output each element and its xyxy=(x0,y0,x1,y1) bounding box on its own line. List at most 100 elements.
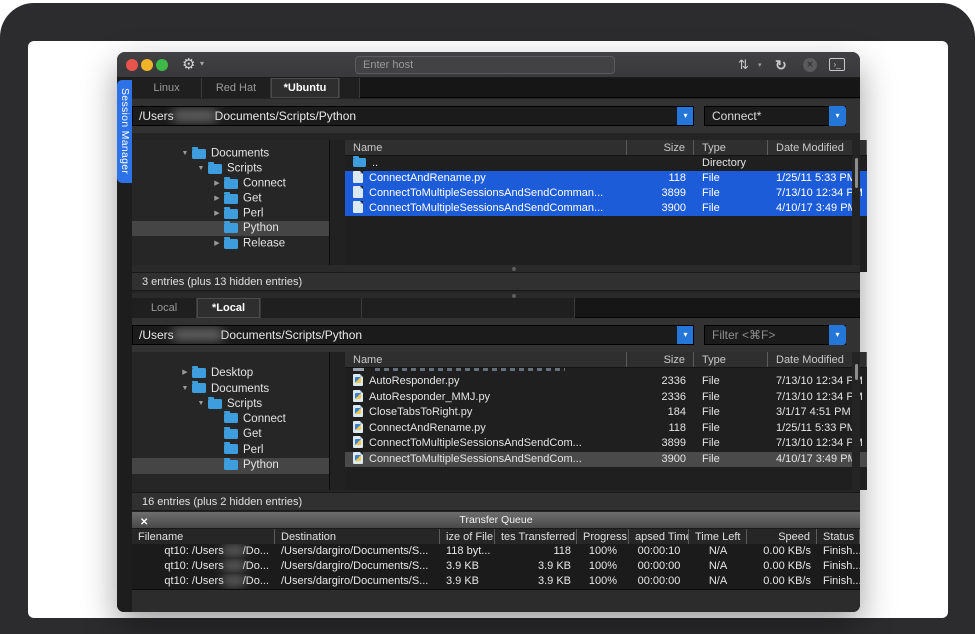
gear-icon[interactable]: ⚙ xyxy=(182,55,195,73)
file-row-selected[interactable]: ConnectToMultipleSessionsAndSendComman..… xyxy=(345,186,867,201)
terminal-icon[interactable]: ›_ xyxy=(829,58,845,71)
connect-combo[interactable]: Connect* ▾ xyxy=(704,106,846,126)
file-row-selected[interactable]: ConnectToMultipleSessionsAndSendComman..… xyxy=(345,201,867,216)
close-window-button[interactable] xyxy=(126,59,138,71)
file-icon xyxy=(353,171,363,183)
zoom-window-button[interactable] xyxy=(156,59,168,71)
tree-collapsed-icon[interactable]: ▶ xyxy=(210,191,224,206)
file-type: File xyxy=(694,405,768,421)
file-type: File xyxy=(694,374,768,390)
column-header-elapsed-time[interactable]: apsed Time xyxy=(629,529,689,544)
tab-linux[interactable]: Linux xyxy=(132,78,202,98)
file-row[interactable]: CloseTabsToRight.py 184 File 3/1/17 4:51… xyxy=(345,405,867,421)
connect-combo-dropdown-button[interactable]: ▾ xyxy=(829,106,846,126)
tree-item-documents[interactable]: ▼Documents xyxy=(132,381,329,397)
file-row-selected[interactable]: ConnectToMultipleSessionsAndSendCom... 3… xyxy=(345,452,867,468)
queue-elapsed: 00:00:00 xyxy=(629,559,689,574)
tree-item-label: Scripts xyxy=(227,398,262,410)
tree-expanded-icon[interactable]: ▼ xyxy=(178,381,192,397)
local-path-dropdown-button[interactable]: ▾ xyxy=(677,325,694,345)
python-file-icon xyxy=(353,452,363,464)
column-header-bytes-transferred[interactable]: tes Transferred xyxy=(495,529,577,544)
tree-item-label: Python xyxy=(243,222,279,234)
tree-item-documents[interactable]: ▼Documents xyxy=(132,146,329,161)
tree-item-perl[interactable]: ▶Perl xyxy=(132,206,329,221)
transfer-dropdown-chevron-icon[interactable]: ▾ xyxy=(758,61,762,69)
column-header-size[interactable]: Size xyxy=(627,352,694,367)
tree-item-get[interactable]: ▶Get xyxy=(132,191,329,206)
transfer-arrows-icon[interactable]: ⇅ xyxy=(738,57,748,73)
file-row[interactable]: ConnectToMultipleSessionsAndSendCom... 3… xyxy=(345,436,867,452)
queue-row[interactable]: qt10: /Users/Do... /Users/dargiro/Docume… xyxy=(132,559,860,574)
refresh-icon[interactable]: ↻ xyxy=(775,57,787,74)
tree-item-release[interactable]: ▶Release xyxy=(132,236,329,251)
tree-item-connect[interactable]: Connect xyxy=(132,412,329,428)
enter-host-input[interactable] xyxy=(355,56,615,74)
tree-item-perl[interactable]: Perl xyxy=(132,443,329,459)
local-file-list: Name Size Type Date Modified AutoRespond… xyxy=(345,352,867,490)
tree-item-desktop[interactable]: ▶Desktop xyxy=(132,365,329,381)
filter-placeholder: Filter <⌘F> xyxy=(712,328,775,342)
remote-path-input[interactable]: /UsersDocuments/Scripts/Python ▾ xyxy=(132,106,694,126)
local-scrollbar-thumb[interactable] xyxy=(855,364,858,380)
column-header-progress[interactable]: Progress xyxy=(577,529,629,544)
tree-item-scripts[interactable]: ▼Scripts xyxy=(132,161,329,176)
column-header-time-left[interactable]: Time Left xyxy=(689,529,747,544)
column-header-speed[interactable]: Speed xyxy=(747,529,817,544)
filter-dropdown-button[interactable]: ▾ xyxy=(829,325,846,345)
tree-item-label: Python xyxy=(243,459,279,471)
tree-item-get[interactable]: Get xyxy=(132,427,329,443)
tree-item-python-selected[interactable]: Python xyxy=(132,221,329,236)
file-row[interactable]: AutoResponder.py 2336 File 7/13/10 12:34… xyxy=(345,374,867,390)
queue-row[interactable]: qt10: /Users/Do... /Users/dargiro/Docume… xyxy=(132,574,860,589)
file-row[interactable]: ConnectAndRename.py 118 File 1/25/11 5:3… xyxy=(345,421,867,437)
local-path-input[interactable]: /UsersDocuments/Scripts/Python ▾ xyxy=(132,325,694,345)
tab-local[interactable]: Local xyxy=(132,298,197,318)
local-scrollbar-track[interactable] xyxy=(852,352,860,490)
tab-red-hat[interactable]: Red Hat xyxy=(202,78,271,98)
tree-collapsed-icon[interactable]: ▶ xyxy=(210,236,224,251)
splitter[interactable] xyxy=(132,265,860,272)
tab-local-active[interactable]: *Local xyxy=(197,298,261,318)
python-file-icon xyxy=(353,390,363,402)
tree-item-connect[interactable]: ▶Connect xyxy=(132,176,329,191)
session-manager-tab[interactable]: Session Manager xyxy=(117,80,132,183)
column-header-destination[interactable]: Destination xyxy=(275,529,440,544)
tree-collapsed-icon[interactable]: ▶ xyxy=(178,365,192,381)
transfer-queue-title: Transfer Queue xyxy=(459,514,532,526)
tab-bar-spacer xyxy=(362,298,575,318)
tree-collapsed-icon[interactable]: ▶ xyxy=(210,176,224,191)
file-row-clipped[interactable] xyxy=(345,368,867,374)
column-header-name[interactable]: Name xyxy=(345,140,627,155)
file-row-parent-dir[interactable]: .. Directory xyxy=(345,156,867,171)
tree-item-python-selected[interactable]: Python xyxy=(132,458,329,474)
file-row[interactable]: AutoResponder_MMJ.py 2336 File 7/13/10 1… xyxy=(345,390,867,406)
file-type: File xyxy=(694,436,768,452)
tab-ubuntu[interactable]: *Ubuntu xyxy=(271,78,340,98)
folder-icon xyxy=(353,158,366,167)
tree-expanded-icon[interactable]: ▼ xyxy=(194,161,208,176)
column-header-type[interactable]: Type xyxy=(694,140,768,155)
filter-combo[interactable]: Filter <⌘F> ▾ xyxy=(704,325,846,345)
tree-collapsed-icon[interactable]: ▶ xyxy=(210,206,224,221)
tree-item-scripts[interactable]: ▼ Scripts xyxy=(132,396,329,412)
column-header-size[interactable]: Size xyxy=(627,140,694,155)
minimize-window-button[interactable] xyxy=(141,59,153,71)
remote-scrollbar-thumb[interactable] xyxy=(855,158,858,188)
tree-expanded-icon[interactable]: ▼ xyxy=(178,146,192,161)
queue-elapsed: 00:00:00 xyxy=(629,574,689,589)
remote-path-dropdown-button[interactable]: ▾ xyxy=(677,106,694,126)
remote-scrollbar-track[interactable] xyxy=(852,140,860,272)
tree-expanded-icon[interactable]: ▼ xyxy=(194,396,208,412)
local-folder-tree: ▶Desktop ▼Documents ▼ Scripts Connect Get… xyxy=(132,352,330,490)
column-header-status[interactable]: Status xyxy=(817,529,860,544)
gear-dropdown-chevron-icon[interactable]: ▾ xyxy=(200,59,204,68)
column-header-name[interactable]: Name xyxy=(345,352,627,367)
column-header-size-of-file[interactable]: ize of File xyxy=(440,529,495,544)
column-header-filename[interactable]: Filename xyxy=(132,529,275,544)
queue-filename: qt10: /Users/Do... xyxy=(132,574,275,589)
file-row-selected[interactable]: ConnectAndRename.py 118 File 1/25/11 5:3… xyxy=(345,171,867,186)
queue-row[interactable]: qt10: /Users/Do... /Users/dargiro/Docume… xyxy=(132,544,860,559)
column-header-type[interactable]: Type xyxy=(694,352,768,367)
window-titlebar[interactable]: ⚙ ▾ ⇅ ▾ ↻ ✕ ›_ xyxy=(117,52,860,78)
